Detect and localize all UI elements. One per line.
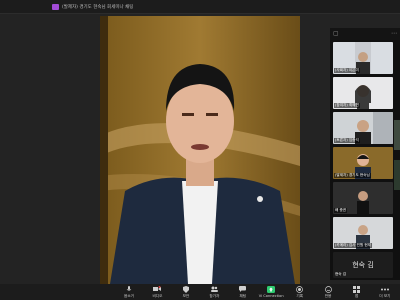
participant-name: (토론자) 임종석 xyxy=(334,138,360,143)
chat-icon xyxy=(239,286,247,293)
participant-tile[interactable]: 현숙 김 현숙 김 xyxy=(333,252,393,278)
participant-tile[interactable]: (참여자) 최혜연 xyxy=(333,77,393,109)
meeting-app-icon xyxy=(52,3,59,10)
participant-tile[interactable]: (카메라) 김사 민원 현재 xyxy=(333,217,393,249)
participant-name: (카메라) 김사 민원 현재 xyxy=(334,243,372,248)
mute-button[interactable]: 음소거 xyxy=(118,285,140,299)
participant-tile[interactable]: (발제자) 경기도 현숙님 xyxy=(333,147,393,179)
chat-button[interactable]: 채팅 xyxy=(232,286,254,299)
record-button[interactable]: 기록 xyxy=(289,285,311,299)
share-screen-icon xyxy=(267,286,276,293)
side-panel-edge xyxy=(394,160,400,190)
meeting-window: (발제자) 경기도 현숙님 회세미나 채팅 ▢ ⋯ (사회자) 이은미 (참여자… xyxy=(0,0,400,300)
participant-name: 배 충권 xyxy=(334,208,348,213)
participant-name: (참여자) 최혜연 xyxy=(334,103,360,108)
participants-button[interactable]: 참가자 xyxy=(203,286,225,299)
shield-icon xyxy=(182,285,190,293)
participant-display-name: 현숙 김 xyxy=(352,261,374,269)
speaker-video-frame xyxy=(100,16,300,284)
title-bar: (발제자) 경기도 현숙님 회세미나 채팅 xyxy=(0,0,400,14)
microphone-icon xyxy=(125,285,133,293)
participants-icon xyxy=(210,286,219,293)
reaction-icon xyxy=(324,285,332,293)
security-button[interactable]: 보안 xyxy=(175,285,197,299)
side-panel-edge xyxy=(394,120,400,150)
window-title: (발제자) 경기도 현숙님 회세미나 채팅 xyxy=(62,4,134,10)
record-icon xyxy=(296,285,304,293)
main-speaker-video[interactable] xyxy=(100,16,300,284)
participant-tile[interactable]: 배 충권 xyxy=(333,182,393,214)
gallery-panel: ▢ ⋯ (사회자) 이은미 (참여자) 최혜연 (토론자) 임종석 (발제자) … xyxy=(330,28,400,280)
apps-icon xyxy=(353,285,361,293)
more-icon xyxy=(380,286,389,293)
gallery-header: ▢ ⋯ xyxy=(330,28,400,40)
participant-tile[interactable]: (토론자) 임종석 xyxy=(333,112,393,144)
share-screen-button[interactable]: Vi Connection xyxy=(259,286,284,298)
participant-name: (발제자) 경기도 현숙님 xyxy=(334,173,371,178)
participant-tile[interactable]: (사회자) 이은미 xyxy=(333,42,393,74)
video-button[interactable]: 비디오 xyxy=(146,286,168,299)
video-icon xyxy=(153,286,162,293)
more-button[interactable]: 더 보기 xyxy=(374,286,396,299)
participant-name: (사회자) 이은미 xyxy=(334,68,360,73)
more-options-icon[interactable]: ⋯ xyxy=(391,31,397,37)
apps-button[interactable]: 앱 xyxy=(346,285,368,299)
participant-name: 현숙 김 xyxy=(335,272,347,276)
meeting-toolbar: 음소거 비디오 보안 참가자 채팅 Vi Connection 기록 반응 앱 … xyxy=(0,284,400,300)
gallery-options-icon[interactable]: ▢ xyxy=(333,31,339,37)
reactions-button[interactable]: 반응 xyxy=(317,285,339,299)
